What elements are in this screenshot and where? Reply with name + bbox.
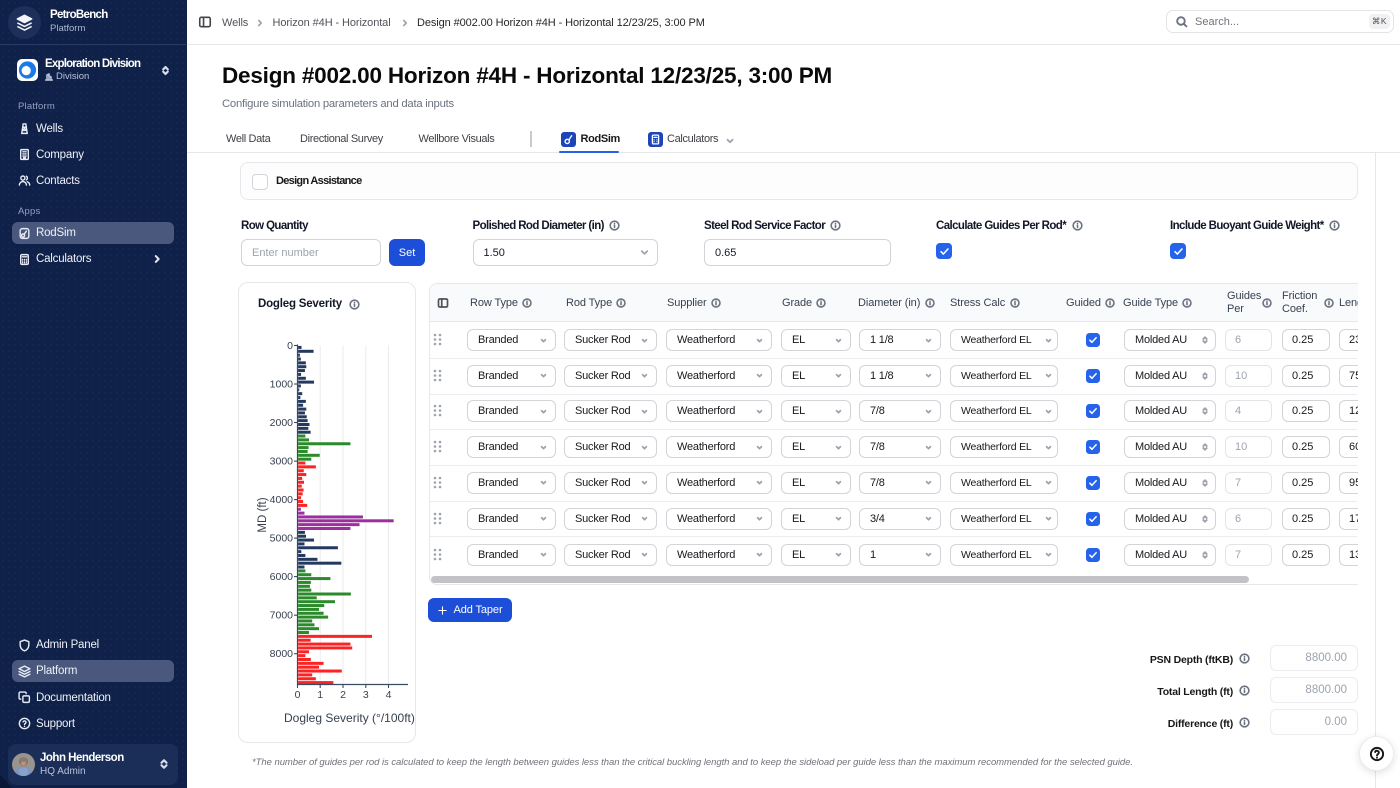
svg-text:5000: 5000 (270, 533, 294, 545)
svg-text:8000: 8000 (270, 648, 294, 660)
svg-text:0: 0 (287, 340, 293, 352)
svg-text:7000: 7000 (270, 610, 294, 622)
svg-text:4: 4 (386, 689, 392, 701)
svg-text:1: 1 (317, 689, 323, 701)
svg-text:4000: 4000 (270, 494, 294, 506)
svg-text:2: 2 (340, 689, 346, 701)
svg-text:2000: 2000 (270, 417, 294, 429)
svg-text:1000: 1000 (270, 378, 294, 390)
svg-text:MD (ft): MD (ft) (257, 497, 269, 532)
svg-text:0: 0 (295, 689, 301, 701)
svg-text:3: 3 (363, 689, 369, 701)
svg-text:3000: 3000 (270, 456, 294, 468)
svg-text:6000: 6000 (270, 571, 294, 583)
